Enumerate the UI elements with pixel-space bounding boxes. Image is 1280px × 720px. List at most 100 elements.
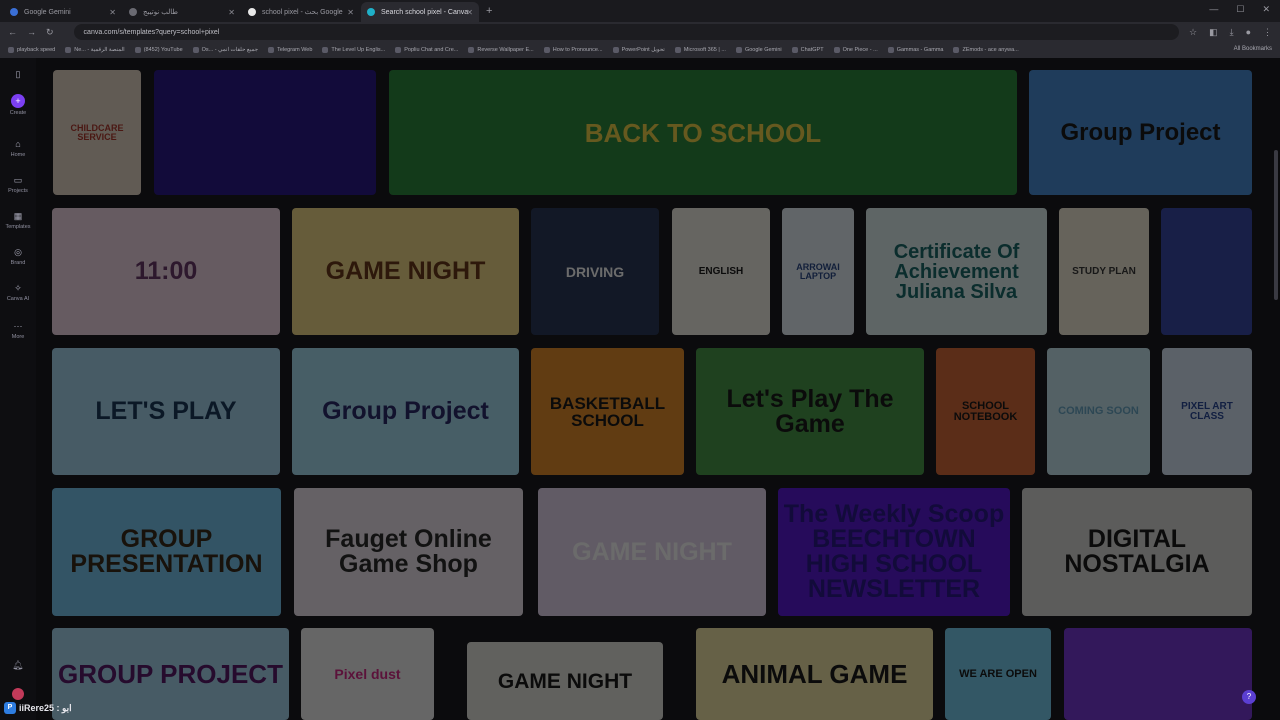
template-card-title: ENGLISH [698,265,744,277]
template-card[interactable] [154,70,376,195]
template-card[interactable]: GROUP PRESENTATION [52,488,281,616]
bookmark-item[interactable]: Telegram Web [268,47,312,53]
maximize-icon[interactable]: ☐ [1236,4,1244,15]
template-card-title: Pixel dust [334,666,401,682]
template-card[interactable]: Fauget Online Game Shop [294,488,523,616]
template-card[interactable]: ANIMAL GAME [696,628,933,720]
tab-google-gemini[interactable]: Google Gemini ✕ [4,2,122,22]
bookmark-item[interactable]: Os... - جميع حلقات انمي [192,47,258,53]
template-card[interactable]: STUDY PLAN [1059,208,1149,335]
tab-notebook[interactable]: طالب نوتيبج ✕ [123,2,241,22]
sidebar-item-projects[interactable]: ▭ Projects [0,174,36,194]
template-card-title: GROUP PRESENTATION [70,525,263,578]
close-icon[interactable]: ✕ [109,8,116,17]
sidebar-item-create[interactable]: + Create [0,94,36,116]
sidebar-item-more[interactable]: ··· More [0,320,36,340]
bookmark-item[interactable]: Reverse Wallpaper E... [468,47,534,53]
bookmark-item[interactable]: ChatGPT [791,47,824,53]
close-icon[interactable]: ✕ [466,8,473,17]
sidebar-item-templates[interactable]: ▦ Templates [0,210,36,230]
bookmark-item[interactable]: How to Pronounce... [543,47,603,53]
template-card-title: Group Project [1060,118,1221,146]
bookmark-item[interactable]: Popliu Chat and Cre... [395,47,458,53]
bookmark-item[interactable]: PowerPoint تحويل [612,47,665,53]
template-card[interactable]: GAME NIGHT [292,208,519,335]
template-card[interactable]: Group Project [1029,70,1252,195]
template-card[interactable]: Let's Play The Game [696,348,924,475]
bookmark-item[interactable]: (8452) YouTube [134,47,183,53]
template-card-title: Let's Play The Game [726,384,894,438]
bookmark-label: (8452) YouTube [143,47,183,53]
template-card[interactable]: The Weekly Scoop BEECHTOWN HIGH SCHOOL N… [778,488,1010,616]
template-card[interactable]: DIGITAL NOSTALGIA [1022,488,1252,616]
download-icon[interactable]: ⤓ [1230,27,1234,38]
bell-icon[interactable]: 🔔︎ [12,660,23,671]
tab-canva-search[interactable]: Search school pixel - Canva ✕ [361,2,479,22]
sidebar-item-label: Templates [5,224,31,230]
template-card[interactable] [1161,208,1252,335]
minimize-icon[interactable]: — [1209,4,1218,15]
sidebar-item-brand[interactable]: ◎ Brand [0,246,36,266]
template-card[interactable]: SCHOOL NOTEBOOK [936,348,1035,475]
template-card[interactable] [1064,628,1252,720]
template-card-title [1203,268,1211,276]
sidebar-item-label: Create [9,110,27,116]
scrollbar[interactable] [1274,150,1278,300]
window-close-icon[interactable]: ✕ [1262,4,1270,15]
bookmark-item[interactable]: Ne... - المنصة الرقمية [65,47,125,53]
sidebar-item-canva-ai[interactable]: ✧ Canva AI [0,282,36,302]
bookmark-item[interactable]: The Level Up Englis... [322,47,385,53]
template-card[interactable]: ARROWAI LAPTOP [782,208,854,335]
bookmark-favicon-icon [322,47,329,53]
new-tab-button[interactable]: + [486,5,492,17]
extensions-icon[interactable]: ◧ [1209,27,1218,38]
template-card[interactable]: BACK TO SCHOOL [389,70,1017,195]
tab-google-search[interactable]: school pixel - بحث Google ✕ [242,2,360,22]
template-card[interactable]: CHILDCARE SERVICE [53,70,141,195]
template-card[interactable]: GROUP PROJECT [52,628,289,720]
template-card[interactable]: Pixel dust [301,628,434,720]
all-bookmarks-link[interactable]: All Bookmarks [1234,46,1272,52]
address-bar: ← → ↻ canva.com/s/templates?query=school… [0,22,1280,42]
bookmark-item[interactable]: One Piece - ... [833,47,878,53]
template-card[interactable]: PIXEL ART CLASS [1162,348,1252,475]
forward-icon[interactable]: → [27,27,36,37]
sidebar-item-label: Brand [10,260,26,266]
sidebar-toggle[interactable]: ▯ [0,68,36,82]
template-card[interactable]: ENGLISH [672,208,770,335]
bookmark-item[interactable]: Microsoft 365 | ... [674,47,726,53]
bookmark-label: Telegram Web [277,47,313,53]
template-card[interactable]: GAME NIGHT [538,488,766,616]
template-card[interactable]: LET'S PLAY [52,348,280,475]
template-card[interactable]: GAME NIGHT [467,642,663,720]
template-card[interactable]: COMING SOON [1047,348,1150,475]
bookmark-item[interactable]: Google Gemini [735,47,782,53]
sidebar-item-home[interactable]: ⌂ Home [0,138,36,158]
close-icon[interactable]: ✕ [347,8,354,17]
close-icon[interactable]: ✕ [228,8,235,17]
profile-icon[interactable]: ● [1246,27,1251,38]
avatar[interactable] [12,688,24,700]
reload-icon[interactable]: ↻ [46,27,54,38]
bookmark-label: Ne... - المنصة الرقمية [74,47,125,53]
bookmark-item[interactable]: Gammas - Gamma [887,47,943,53]
back-icon[interactable]: ← [8,27,17,37]
template-card[interactable]: Group Project [292,348,519,475]
template-card[interactable]: WE ARE OPEN [945,628,1051,720]
ai-icon: ✧ [14,283,22,293]
template-card-title: GAME NIGHT [497,669,633,693]
template-card[interactable]: BASKETBALL SCHOOL [531,348,684,475]
bookmark-label: One Piece - ... [842,47,878,53]
template-card[interactable]: 11:00 [52,208,280,335]
star-icon[interactable]: ☆ [1189,27,1197,38]
window-controls: — ☐ ✕ [1209,4,1270,15]
menu-icon[interactable]: ⋮ [1263,27,1272,38]
url-field[interactable]: canva.com/s/templates?query=school+pixel [73,24,1179,40]
template-card-title: GAME NIGHT [572,537,732,566]
bookmark-item[interactable]: ZEmods - ace anywa... [953,47,1019,53]
bookmark-favicon-icon [65,47,72,53]
help-button[interactable]: ? [1242,690,1256,704]
bookmark-item[interactable]: playback speed [8,47,55,53]
template-card[interactable]: Certificate Of Achievement Juliana Silva [866,208,1047,335]
template-card[interactable]: DRIVING [531,208,659,335]
